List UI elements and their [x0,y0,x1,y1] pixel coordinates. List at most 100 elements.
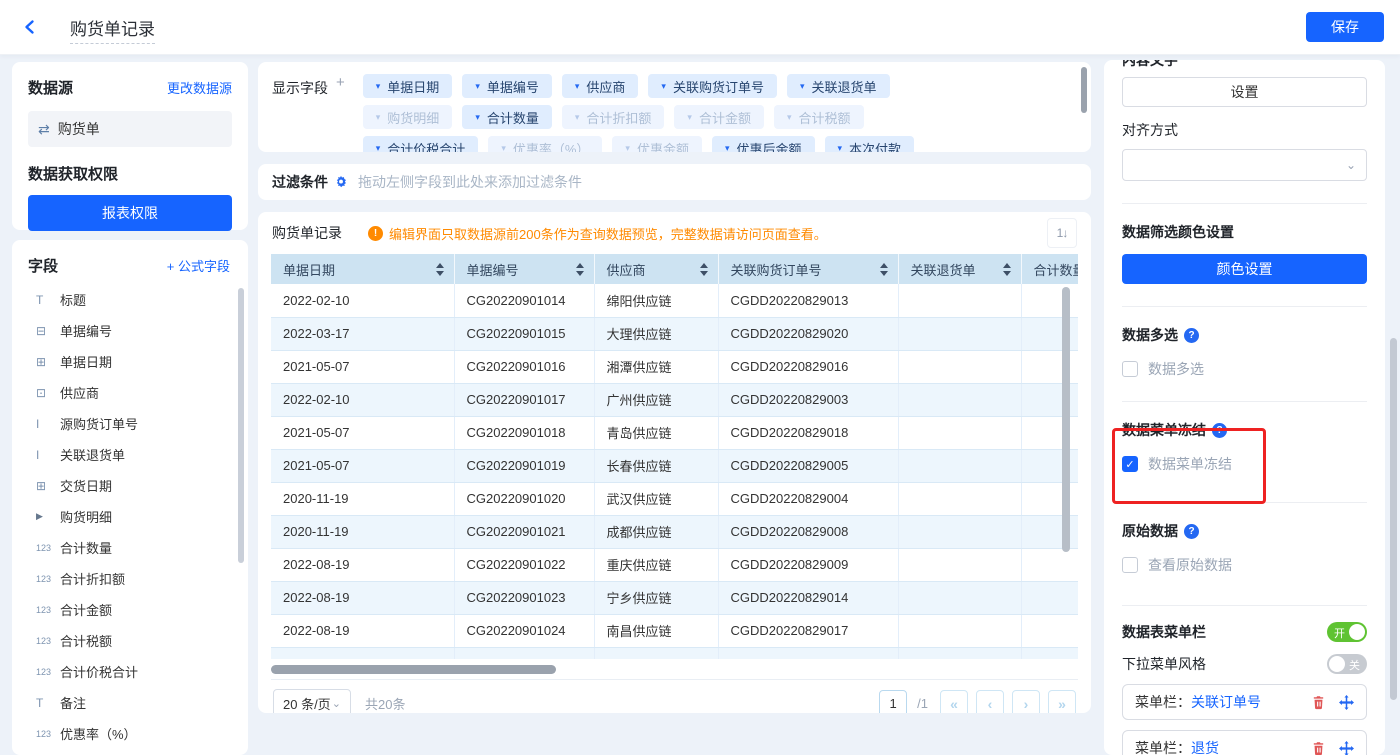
display-field-chip[interactable]: ▾ 合计数量 [462,105,552,129]
window-scrollbar[interactable] [1390,338,1397,700]
display-field-chip[interactable]: ▾ 本次付款 [824,136,915,152]
field-item[interactable]: 123 优惠率（%） [28,718,238,749]
display-field-chip[interactable]: ▾ 购货明细 [362,105,453,129]
table-row[interactable]: 2022-08-19 CG20220901023 宁乡供应链 CGDD20220829… [271,581,1078,615]
color-set-button[interactable]: 颜色设置 [1122,254,1367,284]
table-row[interactable]: 2020-11-19 CG20220901020 武汉供应链 CGDD20220829… [271,482,1078,516]
trash-icon[interactable] [1311,741,1326,755]
menubar-item-link[interactable]: 关联订单号 [1191,692,1261,712]
column-header-label: 关联退货单 [910,262,976,278]
sort-arrows-icon[interactable] [879,262,888,276]
column-header[interactable]: 合计数量 [1021,254,1078,284]
table-vertical-scrollbar[interactable] [1062,287,1070,552]
display-field-chip[interactable]: ▾ 优惠率（%） [488,136,603,152]
display-fields-scrollbar[interactable] [1081,67,1087,113]
field-item[interactable]: 123 合计税额 [28,625,238,656]
add-display-field-button[interactable]: + [336,74,345,144]
checkbox-unchecked[interactable] [1122,557,1138,573]
display-field-chip[interactable]: ▾ 关联退货单 [786,74,890,98]
help-icon[interactable]: ? [1184,523,1199,539]
field-item[interactable]: ▶ 购货明细 [28,501,238,532]
checkbox-unchecked[interactable] [1122,361,1138,377]
table-row[interactable]: 2022-02-10 CG20220901017 广州供应链 CGDD20220829… [271,383,1078,417]
page-number-input[interactable] [879,689,908,713]
display-field-chip[interactable]: ▾ 合计税额 [773,105,864,129]
help-icon[interactable]: ? [1184,327,1199,343]
table-row[interactable]: 2022-03-17 CG20220901015 大理供应链 CGDD20220829… [271,317,1078,351]
display-field-chip[interactable]: ▾ 合计金额 [674,105,764,129]
column-header[interactable]: 关联购货订单号 [718,254,899,284]
table-row[interactable]: 2022-08-19 CG20220901022 重庆供应链 CGDD20220829… [271,548,1078,582]
column-header[interactable]: 关联退货单 [898,254,1022,284]
display-field-chip[interactable]: ▾ 关联购货订单号 [648,74,777,98]
move-icon[interactable] [1339,740,1354,755]
sort-arrows-icon[interactable] [575,262,584,276]
column-header[interactable]: 单据编号 [454,254,595,284]
table-row[interactable]: 2020-11-19 CG20220901021 成都供应链 CGDD20220829… [271,515,1078,549]
table-menubar-toggle-on[interactable]: 开 [1327,622,1367,642]
menubar-item[interactable]: 菜单栏： 关联订单号 [1122,684,1367,720]
menubar-item-link[interactable]: 退货 [1191,738,1219,755]
page-title[interactable]: 购货单记录 [70,19,155,44]
prev-page-button[interactable]: ‹ [976,689,1004,713]
menu-freeze-checkbox-row[interactable]: ✓ 数据菜单冻结 [1122,454,1367,474]
gear-icon[interactable] [334,175,348,189]
table-row[interactable]: 2021-05-07 CG20220901018 青岛供应链 CGDD20220829… [271,416,1078,450]
sort-order-button[interactable]: 1↓ [1047,218,1077,248]
display-field-chip[interactable]: ▾ 合计折扣额 [561,105,665,129]
table-row[interactable]: 2021-05-07 CG20220901019 长春供应链 CGDD20220829… [271,449,1078,483]
fields-scrollbar[interactable] [238,288,244,563]
content-set-button[interactable]: 设置 [1122,77,1367,107]
change-datasource-link[interactable]: 更改数据源 [167,78,232,97]
display-field-chip[interactable]: ▾ 单据日期 [362,74,453,98]
field-item[interactable]: I 关联退货单 [28,439,238,470]
datasource-item[interactable]: ⇄ 购货单 [28,111,232,147]
display-field-chip[interactable]: ▾ 单据编号 [462,74,552,98]
display-field-chip[interactable]: ▾ 供应商 [561,74,639,98]
display-field-chip[interactable]: ▾ 优惠金额 [612,136,702,152]
horizontal-scrollbar[interactable] [271,665,556,674]
raw-data-checkbox-row[interactable]: 查看原始数据 [1122,555,1367,575]
report-permission-button[interactable]: 报表权限 [28,195,232,231]
back-button[interactable] [16,13,44,41]
field-item[interactable]: ⊞ 单据日期 [28,346,238,377]
column-header[interactable]: 单据日期 [271,254,455,284]
field-item[interactable]: 123 合计折扣额 [28,563,238,594]
field-item[interactable]: T 备注 [28,687,238,718]
multi-select-checkbox-row[interactable]: 数据多选 [1122,359,1367,379]
field-item[interactable]: ⊡ 供应商 [28,377,238,408]
filter-dropzone-placeholder[interactable]: 拖动左侧字段到此处来添加过滤条件 [358,172,582,192]
field-item[interactable]: 123 合计价税合计 [28,656,238,687]
raw-data-checkbox-label: 查看原始数据 [1148,557,1232,573]
last-page-button[interactable]: » [1048,689,1076,713]
display-field-chip[interactable]: ▾ 合计价税合计 [362,136,479,152]
field-item[interactable]: ⊟ 单据编号 [28,315,238,346]
help-icon[interactable]: ? [1212,422,1227,438]
checkbox-checked[interactable]: ✓ [1122,456,1138,472]
first-page-button[interactable]: « [940,689,968,713]
menubar-item[interactable]: 菜单栏： 退货 [1122,730,1367,755]
field-item[interactable]: 123 合计数量 [28,532,238,563]
add-formula-field-link[interactable]: + 公式字段 [167,256,230,275]
save-button[interactable]: 保存 [1306,12,1384,42]
field-item[interactable]: ⊞ 交货日期 [28,470,238,501]
move-icon[interactable] [1339,694,1354,710]
align-select[interactable]: ⌄ [1122,149,1367,181]
table-row[interactable]: 2022-08-19 CG20220901024 南昌供应链 CGDD20220829… [271,614,1078,648]
display-field-chip[interactable]: ▾ 优惠后金额 [711,136,815,152]
column-header[interactable]: 供应商 [594,254,719,284]
field-item[interactable]: T 标题 [28,284,238,315]
field-item[interactable]: I 源购货订单号 [28,408,238,439]
sort-arrows-icon[interactable] [699,262,708,276]
table-row[interactable]: 2022-02-10 CG20220901014 绵阳供应链 CGDD20220829… [271,284,1078,318]
trash-icon[interactable] [1311,695,1326,710]
table-row[interactable]: 2021-05-07 CG20220901016 湘潭供应链 CGDD20220829… [271,350,1078,384]
next-page-button[interactable]: › [1012,689,1040,713]
sort-arrows-icon[interactable] [435,262,444,276]
dropdown-style-toggle-off[interactable]: 关 [1327,654,1367,674]
pagination-bar: 20 条/页 ⌄ 共20条 /1 « ‹ › » [271,679,1078,713]
field-item[interactable]: 123 合计金额 [28,594,238,625]
table-cell: 2022-08-19 [271,548,455,582]
sort-arrows-icon[interactable] [1002,262,1011,276]
page-size-select[interactable]: 20 条/页 ⌄ [273,688,351,713]
